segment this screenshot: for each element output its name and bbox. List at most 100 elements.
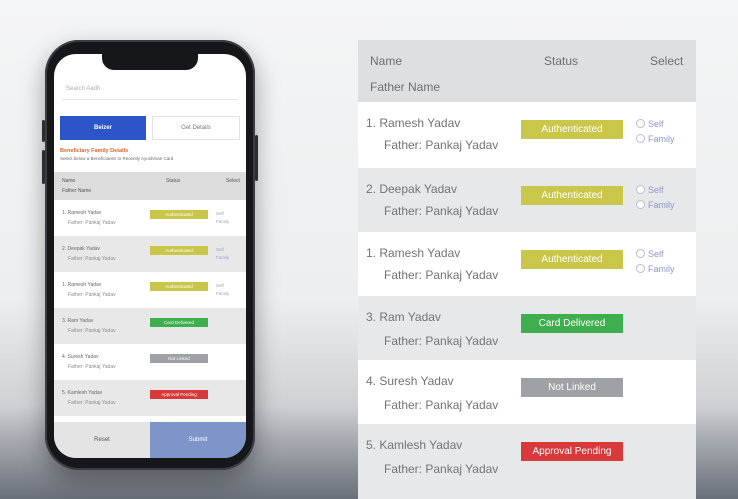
status-badge: Approval Pending	[521, 442, 623, 461]
father-name: Father: Pankaj Yadav	[68, 328, 116, 334]
phone-volume-button	[42, 150, 45, 184]
table-row: 3. Ram Yadav Father: Pankaj Yadav Card Del…	[54, 308, 246, 344]
status-badge: Authenticated	[521, 250, 623, 269]
phone-notch	[102, 54, 198, 70]
radio-button[interactable]	[636, 134, 645, 143]
father-name: Father: Pankaj Yadav	[68, 292, 116, 298]
radio-button[interactable]	[636, 249, 645, 258]
radio-option-self[interactable]: Self	[636, 116, 675, 131]
radio-label: Family	[648, 199, 675, 210]
father-name: Father: Pankaj Yadav	[384, 462, 499, 476]
father-name: Father: Pankaj Yadav	[384, 268, 499, 282]
phone-mockup: Search Aadh Beizer Get Details Beneficia…	[42, 40, 258, 470]
tab-active[interactable]: Beizer	[60, 116, 146, 140]
status-badge: Authenticated	[150, 282, 208, 291]
beneficiary-name: 5. Kamlesh Yadav	[366, 438, 463, 452]
table-row: 1. Ramesh Yadav Father: Pankaj Yadav Authe…	[358, 232, 696, 296]
beneficiary-name: 1. Ramesh Yadav	[62, 210, 102, 216]
radio-option-family[interactable]: Family	[636, 131, 675, 146]
status-badge: Not Linked	[150, 354, 208, 363]
table-header: Name Father Name Status Select	[54, 172, 246, 200]
radio-label: Self	[648, 184, 664, 195]
tab-bar: Beizer Get Details	[60, 116, 240, 140]
table-row: 1. Ramesh Yadav Father: Pankaj Yadav Authe…	[54, 272, 246, 308]
table-row: 4. Suresh Yadav Father: Pankaj Yadav Not L…	[54, 344, 246, 380]
father-name: Father: Pankaj Yadav	[68, 400, 116, 406]
radio-label: Family	[648, 263, 675, 274]
radio-option-self[interactable]: Self	[216, 282, 229, 290]
radio-option-self[interactable]: Self	[216, 210, 229, 218]
table-row: 1. Ramesh Yadav Father: Pankaj Yadav Authe…	[358, 102, 696, 168]
phone-mute-switch	[42, 120, 45, 142]
radio-button[interactable]	[636, 264, 645, 273]
table-row: 1. Ramesh Yadav Father: Pankaj Yadav Authe…	[54, 200, 246, 236]
radio-button[interactable]	[636, 200, 645, 209]
father-name: Father: Pankaj Yadav	[68, 364, 116, 370]
beneficiary-name: 2. Deepak Yadav	[366, 182, 457, 196]
beneficiary-name: 1. Ramesh Yadav	[366, 246, 461, 260]
status-badge: Not Linked	[521, 378, 623, 397]
beneficiary-name: 3. Ram Yadav	[366, 310, 441, 324]
radio-option-family[interactable]: Family	[216, 218, 229, 226]
status-badge: Authenticated	[521, 186, 623, 205]
tab-get-details[interactable]: Get Details	[152, 116, 240, 140]
table-row: 5. Kamlesh Yadav Father: Pankaj Yadav Appr…	[54, 380, 246, 416]
select-options: Self Family	[636, 116, 675, 146]
beneficiary-name: 2. Deepak Yadav	[62, 246, 100, 252]
select-options: Self Family	[636, 182, 675, 212]
father-name: Father: Pankaj Yadav	[384, 398, 499, 412]
radio-button[interactable]	[636, 185, 645, 194]
radio-label: Family	[648, 133, 675, 144]
phone-footer: Reset Submit	[54, 422, 246, 458]
table-row: 5. Kamlesh Yadav Father: Pankaj Yadav Appr…	[358, 424, 696, 499]
beneficiary-name: 3. Ram Yadav	[62, 318, 94, 324]
radio-option-family[interactable]: Family	[636, 197, 675, 212]
select-options: Self Family	[636, 246, 675, 276]
beneficiary-name: 4. Suresh Yadav	[366, 374, 454, 388]
table-row: 2. Deepak Yadav Father: Pankaj Yadav Authe…	[54, 236, 246, 272]
column-name: Name	[62, 178, 76, 184]
radio-option-self[interactable]: Self	[216, 246, 229, 254]
column-status: Status	[544, 54, 579, 68]
radio-option-self[interactable]: Self	[636, 182, 675, 197]
table-header: Name Father Name Status Select	[358, 40, 696, 102]
beneficiary-name: 1. Ramesh Yadav	[62, 282, 102, 288]
section-subtitle: Select below a Beneficiaries to Recently…	[60, 156, 174, 161]
father-name: Father: Pankaj Yadav	[68, 256, 116, 262]
table-row: 2. Deepak Yadav Father: Pankaj Yadav Authe…	[358, 168, 696, 232]
beneficiary-name: 4. Suresh Yadav	[62, 354, 99, 360]
phone-power-button	[255, 135, 258, 181]
column-select: Select	[650, 54, 684, 68]
column-status: Status	[166, 178, 181, 184]
status-badge: Authenticated	[521, 120, 623, 139]
select-options: Self Family	[216, 246, 229, 262]
column-select: Select	[226, 178, 240, 184]
radio-option-family[interactable]: Family	[216, 290, 229, 298]
column-name: Name	[370, 54, 403, 68]
table-row: 3. Ram Yadav Father: Pankaj Yadav Card Del…	[358, 296, 696, 360]
radio-option-family[interactable]: Family	[636, 261, 675, 276]
table-row: 4. Suresh Yadav Father: Pankaj Yadav Not L…	[358, 360, 696, 424]
status-badge: Authenticated	[150, 246, 208, 255]
status-badge: Card Delivered	[150, 318, 208, 327]
section-title: Beneficiary Family Details	[60, 148, 129, 154]
select-options: Self Family	[216, 210, 229, 226]
status-badge: Card Delivered	[521, 314, 623, 333]
beneficiary-name: 5. Kamlesh Yadav	[62, 390, 103, 396]
status-badge: Authenticated	[150, 210, 208, 219]
status-badge: Approval Pending	[150, 390, 208, 399]
radio-label: Self	[648, 118, 664, 129]
column-father-name: Father Name	[62, 188, 92, 194]
column-father-name: Father Name	[370, 80, 441, 94]
father-name: Father: Pankaj Yadav	[384, 334, 499, 348]
select-options: Self Family	[216, 282, 229, 298]
radio-option-family[interactable]: Family	[216, 254, 229, 262]
submit-button[interactable]: Submit	[150, 422, 246, 458]
radio-button[interactable]	[636, 119, 645, 128]
reset-button[interactable]: Reset	[54, 422, 150, 458]
radio-option-self[interactable]: Self	[636, 246, 675, 261]
enlarged-table: Name Father Name Status Select 1. Ramesh…	[358, 40, 696, 499]
phone-screen: Search Aadh Beizer Get Details Beneficia…	[54, 54, 246, 458]
search-input[interactable]: Search Aadh	[62, 80, 238, 100]
father-name: Father: Pankaj Yadav	[384, 138, 499, 152]
